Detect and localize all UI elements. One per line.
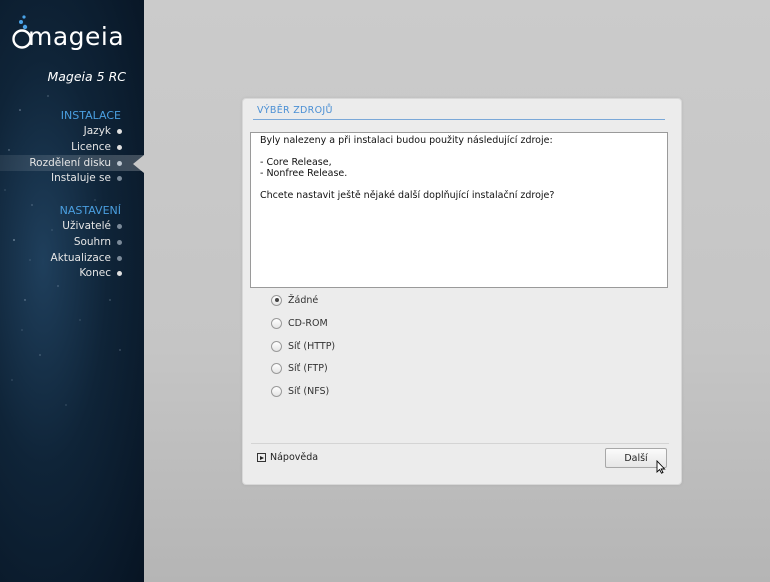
radio-option-none[interactable]: Žádné <box>271 293 318 307</box>
step-label: Rozdělení disku <box>29 157 111 169</box>
sidebar-step-summary: Souhrn <box>74 235 122 249</box>
title-underline <box>253 119 665 120</box>
step-label: Licence <box>71 141 111 153</box>
message-line: - Nonfree Release. <box>260 168 348 179</box>
sidebar-step-finish: Konec <box>79 266 122 280</box>
help-button[interactable]: Nápověda <box>257 452 318 463</box>
step-label: Jazyk <box>83 125 111 137</box>
step-label: Konec <box>79 267 111 279</box>
divider <box>251 443 669 444</box>
sidebar-step-partitioning: Rozdělení disku <box>0 155 144 171</box>
media-selection-dialog: VÝBĚR ZDROJŮ Byly nalezeny a při instala… <box>242 98 682 485</box>
radio-label: Síť (NFS) <box>288 385 330 397</box>
message-line: Byly nalezeny a při instalaci budou použ… <box>260 135 553 146</box>
step-pending-dot-icon <box>117 239 122 245</box>
radio-option-ftp[interactable]: Síť (FTP) <box>271 361 328 375</box>
step-done-dot-icon <box>117 270 122 276</box>
help-label: Nápověda <box>270 452 319 463</box>
version-label: Mageia 5 RC <box>47 69 126 84</box>
step-current-dot-icon <box>117 160 122 166</box>
radio-option-nfs[interactable]: Síť (NFS) <box>271 384 329 398</box>
radio-label: Síť (HTTP) <box>288 340 336 352</box>
dialog-title: VÝBĚR ZDROJŮ <box>257 105 333 116</box>
step-label: Uživatelé <box>62 220 111 232</box>
step-done-dot-icon <box>117 128 122 134</box>
step-pending-dot-icon <box>117 175 122 181</box>
step-label: Instaluje se <box>51 172 111 184</box>
radio-option-http[interactable]: Síť (HTTP) <box>271 339 335 353</box>
step-pending-dot-icon <box>117 255 122 261</box>
step-pending-dot-icon <box>117 223 122 229</box>
sidebar-step-users: Uživatelé <box>62 219 122 233</box>
sidebar-step-license: Licence <box>71 140 122 154</box>
sidebar-step-installing: Instaluje se <box>51 171 122 185</box>
sidebar-step-language: Jazyk <box>84 124 122 138</box>
starfield-background <box>4 95 121 406</box>
message-textbox[interactable]: Byly nalezeny a při instalaci budou použ… <box>250 132 668 288</box>
radio-label: CD-ROM <box>288 317 328 329</box>
sidebar: mageia Mageia 5 RC INSTALACE Jazyk Licen… <box>0 0 144 582</box>
message-line: - Core Release, <box>260 157 332 168</box>
step-label: Aktualizace <box>50 252 111 264</box>
play-icon <box>257 453 266 462</box>
sidebar-step-updates: Aktualizace <box>51 251 122 265</box>
mouse-cursor-icon <box>656 460 666 474</box>
section-title-install: INSTALACE <box>60 109 121 122</box>
radio-unchecked-icon[interactable] <box>271 385 282 397</box>
radio-unchecked-icon[interactable] <box>271 317 282 329</box>
section-title-settings: NASTAVENÍ <box>59 204 121 217</box>
step-label: Souhrn <box>73 236 111 248</box>
radio-label: Žádné <box>288 294 319 306</box>
radio-unchecked-icon[interactable] <box>271 362 282 374</box>
radio-unchecked-icon[interactable] <box>271 340 282 352</box>
radio-option-cdrom[interactable]: CD-ROM <box>271 316 328 330</box>
logo-text: mageia <box>28 22 125 51</box>
active-step-arrow-icon <box>133 155 144 173</box>
message-line: Chcete nastavit ještě nějaké další doplň… <box>260 190 555 201</box>
radio-label: Síť (FTP) <box>288 362 328 374</box>
step-done-dot-icon <box>117 144 122 150</box>
radio-checked-icon[interactable] <box>271 294 282 306</box>
